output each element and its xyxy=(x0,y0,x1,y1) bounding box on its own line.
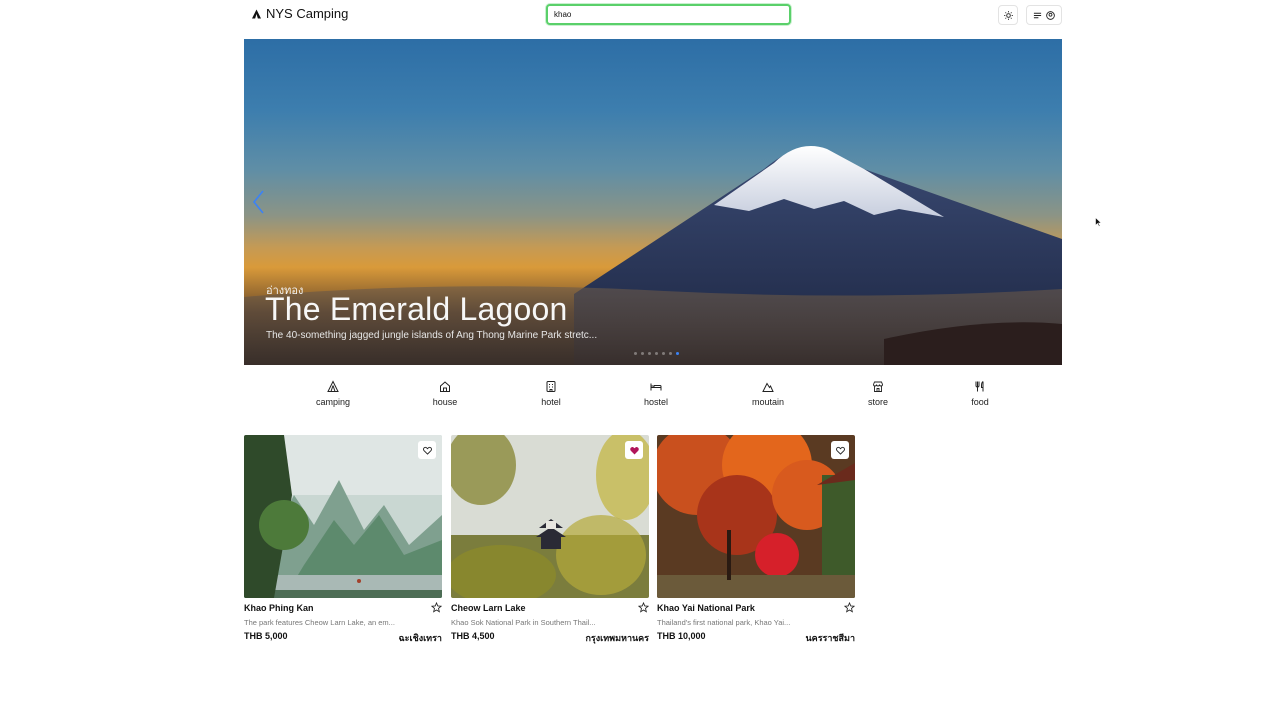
listing-location: นครราชสีมา xyxy=(805,633,855,643)
listing-price: THB 4,500 xyxy=(451,631,495,641)
hero-title: The Emerald Lagoon xyxy=(265,291,568,327)
category-label: hostel xyxy=(643,397,669,407)
favorite-button[interactable] xyxy=(831,441,849,459)
utensils-icon xyxy=(975,381,984,392)
listing-card[interactable]: Khao Phing Kan The park features Cheow L… xyxy=(244,435,442,643)
house-icon xyxy=(440,381,450,392)
listing-card[interactable]: Khao Yai National Park Thailand's first … xyxy=(657,435,855,643)
listing-photo xyxy=(451,435,649,598)
category-label: store xyxy=(867,397,888,407)
store-icon xyxy=(873,381,883,392)
listing-photo xyxy=(657,435,855,598)
bed-icon xyxy=(650,383,662,391)
listing-name: Khao Phing Kan xyxy=(244,603,314,613)
hero-carousel: อ่างทอง The Emerald Lagoon The 40-someth… xyxy=(244,39,1062,365)
search-input[interactable] xyxy=(546,4,791,25)
listing-image[interactable] xyxy=(244,435,442,598)
favorite-button[interactable] xyxy=(625,441,643,459)
category-bar: camping house hotel hostel moutain store… xyxy=(244,378,1062,414)
carousel-dot[interactable] xyxy=(655,352,658,355)
chevron-left-icon xyxy=(252,190,264,214)
listing-name: Cheow Larn Lake xyxy=(451,603,526,613)
listing-description: The park features Cheow Larn Lake, an em… xyxy=(244,618,395,627)
sun-icon xyxy=(1003,10,1013,20)
category-label: camping xyxy=(315,397,351,407)
carousel-dot[interactable] xyxy=(648,352,651,355)
theme-toggle-button[interactable] xyxy=(998,5,1018,25)
tent-logo-icon xyxy=(252,9,261,18)
category-label: food xyxy=(971,397,989,407)
carousel-prev-button[interactable] xyxy=(250,189,266,215)
heart-icon xyxy=(835,446,845,455)
star-icon[interactable] xyxy=(638,602,649,613)
carousel-dot[interactable] xyxy=(662,352,665,355)
hero-description: The 40-something jagged jungle islands o… xyxy=(266,330,598,341)
mountain-icon xyxy=(762,382,774,392)
carousel-dot[interactable] xyxy=(676,352,679,355)
category-label: house xyxy=(432,397,458,407)
category-moutain[interactable]: moutain xyxy=(733,378,803,407)
carousel-dot[interactable] xyxy=(669,352,672,355)
mouse-cursor-icon xyxy=(1095,217,1102,227)
listing-price: THB 5,000 xyxy=(244,631,288,641)
favorite-button[interactable] xyxy=(418,441,436,459)
brand-link[interactable]: NYS Camping xyxy=(252,6,348,21)
category-camping[interactable]: camping xyxy=(298,378,368,407)
listing-description: Khao Sok National Park in Southern Thail… xyxy=(451,618,596,627)
category-label: moutain xyxy=(751,397,785,407)
listing-photo xyxy=(244,435,442,598)
tent-icon xyxy=(327,380,339,392)
star-icon[interactable] xyxy=(431,602,442,613)
star-icon[interactable] xyxy=(844,602,855,613)
listing-card[interactable]: Cheow Larn Lake Khao Sok National Park i… xyxy=(451,435,649,643)
listing-price: THB 10,000 xyxy=(657,631,706,641)
hotel-icon xyxy=(546,381,556,392)
top-bar: NYS Camping xyxy=(0,0,1280,30)
heart-filled-icon xyxy=(629,446,639,454)
listing-image[interactable] xyxy=(451,435,649,598)
heart-icon xyxy=(422,446,432,455)
listing-location: ฉะเชิงเทรา xyxy=(398,633,442,643)
menu-icon xyxy=(1033,12,1042,18)
category-hostel[interactable]: hostel xyxy=(621,378,691,407)
user-menu-button[interactable] xyxy=(1026,5,1062,25)
category-hotel[interactable]: hotel xyxy=(516,378,586,407)
category-food[interactable]: food xyxy=(945,378,1015,407)
category-house[interactable]: house xyxy=(410,378,480,407)
carousel-dot[interactable] xyxy=(641,352,644,355)
listing-name: Khao Yai National Park xyxy=(657,603,755,613)
carousel-dot[interactable] xyxy=(634,352,637,355)
carousel-indicators xyxy=(634,352,679,355)
category-label: hotel xyxy=(541,397,561,407)
listing-location: กรุงเทพมหานคร xyxy=(585,633,649,643)
user-circle-icon xyxy=(1046,10,1055,20)
category-store[interactable]: store xyxy=(843,378,913,407)
listing-image[interactable] xyxy=(657,435,855,598)
brand-name: NYS Camping xyxy=(266,6,349,21)
listing-description: Thailand's first national park, Khao Yai… xyxy=(657,618,791,627)
